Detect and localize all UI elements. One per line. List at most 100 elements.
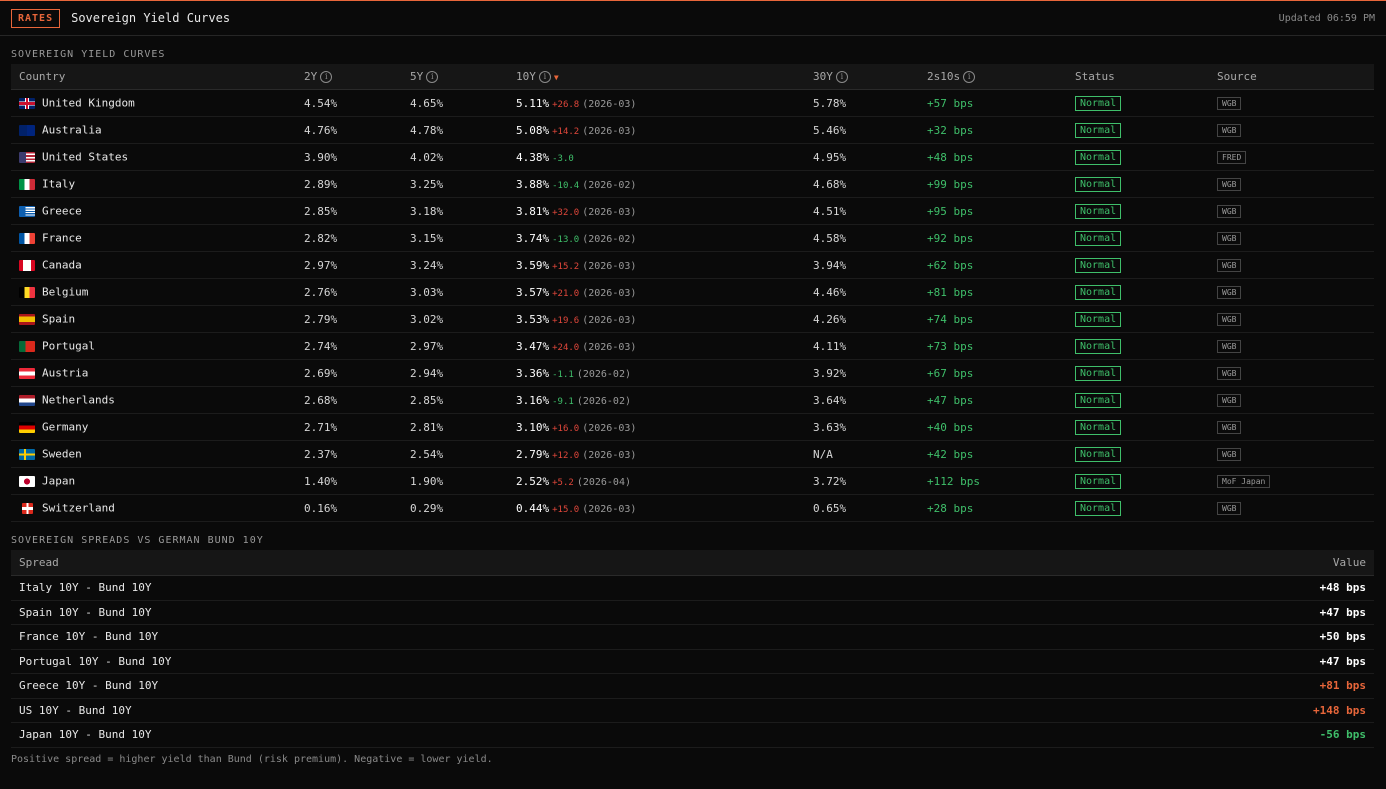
table-row[interactable]: Austria 2.69% 2.94% 3.36% -1.1 (2026-02) 3.92%… bbox=[11, 359, 1374, 387]
spread-row[interactable]: Greece 10Y - Bund 10Y +81 bps bbox=[11, 673, 1374, 699]
info-icon[interactable]: i bbox=[426, 71, 439, 83]
spread-label: US 10Y - Bund 10Y bbox=[11, 698, 693, 723]
source-badge[interactable]: WGB bbox=[1217, 367, 1242, 380]
spread-2s10s: +95 bps bbox=[919, 197, 1067, 225]
spread-row[interactable]: Japan 10Y - Bund 10Y -56 bps bbox=[11, 722, 1374, 748]
spread-row[interactable]: US 10Y - Bund 10Y +148 bps bbox=[11, 698, 1374, 723]
source-badge[interactable]: WGB bbox=[1217, 502, 1242, 515]
yield-10y-cell: 3.47% +24.0 (2026-03) bbox=[508, 332, 805, 360]
yield-5y: 3.03% bbox=[402, 278, 508, 306]
country-name: United Kingdom bbox=[42, 96, 135, 110]
yield-30y: 5.46% bbox=[805, 116, 919, 144]
source-badge[interactable]: MoF Japan bbox=[1217, 475, 1271, 488]
status-cell: Normal bbox=[1067, 143, 1209, 171]
source-badge[interactable]: WGB bbox=[1217, 394, 1242, 407]
info-icon[interactable]: i bbox=[538, 71, 551, 83]
info-icon[interactable]: i bbox=[835, 71, 848, 83]
col-value[interactable]: Value bbox=[692, 550, 1374, 576]
col-2s10s[interactable]: 2s10s i bbox=[919, 64, 1067, 90]
source-badge[interactable]: WGB bbox=[1217, 340, 1242, 353]
country-cell: Portugal bbox=[11, 332, 296, 360]
source-cell: WGB bbox=[1209, 170, 1374, 198]
status-cell: Normal bbox=[1067, 224, 1209, 252]
table-row[interactable]: United States 3.90% 4.02% 4.38% -3.0 4.95% +48… bbox=[11, 143, 1374, 171]
table-row[interactable]: Switzerland 0.16% 0.29% 0.44% +15.0 (2026-03)… bbox=[11, 494, 1374, 522]
spread-row[interactable]: Spain 10Y - Bund 10Y +47 bps bbox=[11, 600, 1374, 625]
country-cell: Italy bbox=[11, 170, 296, 198]
col-source[interactable]: Source bbox=[1209, 64, 1374, 90]
status-cell: Normal bbox=[1067, 440, 1209, 468]
status-cell: Normal bbox=[1067, 305, 1209, 333]
spread-2s10s: +62 bps bbox=[919, 251, 1067, 279]
source-badge[interactable]: WGB bbox=[1217, 205, 1242, 218]
table-row[interactable]: Greece 2.85% 3.18% 3.81% +32.0 (2026-03) 4.51%… bbox=[11, 197, 1374, 225]
flag-at-icon bbox=[19, 367, 35, 379]
source-badge[interactable]: WGB bbox=[1217, 97, 1242, 110]
source-badge[interactable]: WGB bbox=[1217, 124, 1242, 137]
yield-2y: 2.85% bbox=[296, 197, 402, 225]
table-row[interactable]: Portugal 2.74% 2.97% 3.47% +24.0 (2026-03) 4.1… bbox=[11, 332, 1374, 360]
table-row[interactable]: Sweden 2.37% 2.54% 2.79% +12.0 (2026-03) N/A +4… bbox=[11, 440, 1374, 468]
info-icon[interactable]: i bbox=[963, 71, 976, 83]
status-cell: Normal bbox=[1067, 332, 1209, 360]
spread-label: Italy 10Y - Bund 10Y bbox=[11, 575, 693, 601]
sort-desc-icon[interactable]: ▼ bbox=[554, 73, 559, 82]
table-row[interactable]: France 2.82% 3.15% 3.74% -13.0 (2026-02) 4.58%… bbox=[11, 224, 1374, 252]
yield-10y-date: (2026-03) bbox=[582, 206, 637, 218]
table-row[interactable]: Australia 4.76% 4.78% 5.08% +14.2 (2026-03) 5.… bbox=[11, 116, 1374, 144]
source-cell: FRED bbox=[1209, 143, 1374, 171]
spread-2s10s: +81 bps bbox=[919, 278, 1067, 306]
source-badge[interactable]: WGB bbox=[1217, 286, 1242, 299]
table-row[interactable]: Japan 1.40% 1.90% 2.52% +5.2 (2026-04) 3.72% +1… bbox=[11, 467, 1374, 495]
table-row[interactable]: Belgium 2.76% 3.03% 3.57% +21.0 (2026-03) 4.46… bbox=[11, 278, 1374, 306]
yield-10y-date: (2026-03) bbox=[582, 287, 637, 299]
yield-10y-change: +5.2 bbox=[552, 477, 574, 488]
spread-2s10s: +99 bps bbox=[919, 170, 1067, 198]
flag-se-icon bbox=[19, 448, 35, 460]
col-spread[interactable]: Spread bbox=[11, 550, 693, 576]
spread-row[interactable]: Italy 10Y - Bund 10Y +48 bps bbox=[11, 575, 1374, 601]
status-cell: Normal bbox=[1067, 494, 1209, 522]
yield-10y-cell: 3.10% +16.0 (2026-03) bbox=[508, 413, 805, 441]
country-cell: Switzerland bbox=[11, 494, 296, 522]
table-row[interactable]: Spain 2.79% 3.02% 3.53% +19.6 (2026-03) 4.26% +… bbox=[11, 305, 1374, 333]
table-row[interactable]: Canada 2.97% 3.24% 3.59% +15.2 (2026-03) 3.94%… bbox=[11, 251, 1374, 279]
status-cell: Normal bbox=[1067, 386, 1209, 414]
source-badge[interactable]: FRED bbox=[1217, 151, 1247, 164]
yield-30y: 4.46% bbox=[805, 278, 919, 306]
yield-10y-cell: 3.57% +21.0 (2026-03) bbox=[508, 278, 805, 306]
col-2y[interactable]: 2Y i bbox=[296, 64, 402, 90]
table-row[interactable]: Netherlands 2.68% 2.85% 3.16% -9.1 (2026-02) 3… bbox=[11, 386, 1374, 414]
yield-10y: 3.88% bbox=[516, 177, 550, 191]
col-10y[interactable]: 10Y i ▼ bbox=[508, 64, 805, 90]
spread-value: +148 bps bbox=[692, 698, 1374, 723]
yield-10y: 5.11% bbox=[516, 96, 550, 110]
yield-10y-cell: 5.11% +26.8 (2026-03) bbox=[508, 89, 805, 117]
table-row[interactable]: Italy 2.89% 3.25% 3.88% -10.4 (2026-02) 4.68% +… bbox=[11, 170, 1374, 198]
spread-row[interactable]: France 10Y - Bund 10Y +50 bps bbox=[11, 624, 1374, 650]
col-5y[interactable]: 5Y i bbox=[402, 64, 508, 90]
col-30y[interactable]: 30Y i bbox=[805, 64, 919, 90]
spread-label: Japan 10Y - Bund 10Y bbox=[11, 722, 693, 748]
source-badge[interactable]: WGB bbox=[1217, 421, 1242, 434]
yield-10y-date: (2026-02) bbox=[576, 395, 631, 407]
yield-30y: 4.68% bbox=[805, 170, 919, 198]
yield-10y-change: +32.0 bbox=[552, 207, 580, 218]
source-badge[interactable]: WGB bbox=[1217, 178, 1242, 191]
source-cell: WGB bbox=[1209, 251, 1374, 279]
spread-row[interactable]: Portugal 10Y - Bund 10Y +47 bps bbox=[11, 649, 1374, 674]
col-status[interactable]: Status bbox=[1067, 64, 1209, 90]
col-country[interactable]: Country bbox=[11, 64, 296, 90]
table-row[interactable]: Germany 2.71% 2.81% 3.10% +16.0 (2026-03) 3.63… bbox=[11, 413, 1374, 441]
updated-timestamp: Updated 06:59 PM bbox=[1278, 12, 1375, 24]
info-icon[interactable]: i bbox=[320, 71, 333, 83]
source-badge[interactable]: WGB bbox=[1217, 232, 1242, 245]
table-row[interactable]: United Kingdom 4.54% 4.65% 5.11% +26.8 (2026-… bbox=[11, 89, 1374, 117]
yield-5y: 2.81% bbox=[402, 413, 508, 441]
country-name: Switzerland bbox=[42, 501, 115, 515]
status-badge: Normal bbox=[1075, 338, 1122, 354]
yield-10y-change: -1.1 bbox=[552, 369, 574, 380]
source-badge[interactable]: WGB bbox=[1217, 448, 1242, 461]
source-badge[interactable]: WGB bbox=[1217, 313, 1242, 326]
source-badge[interactable]: WGB bbox=[1217, 259, 1242, 272]
